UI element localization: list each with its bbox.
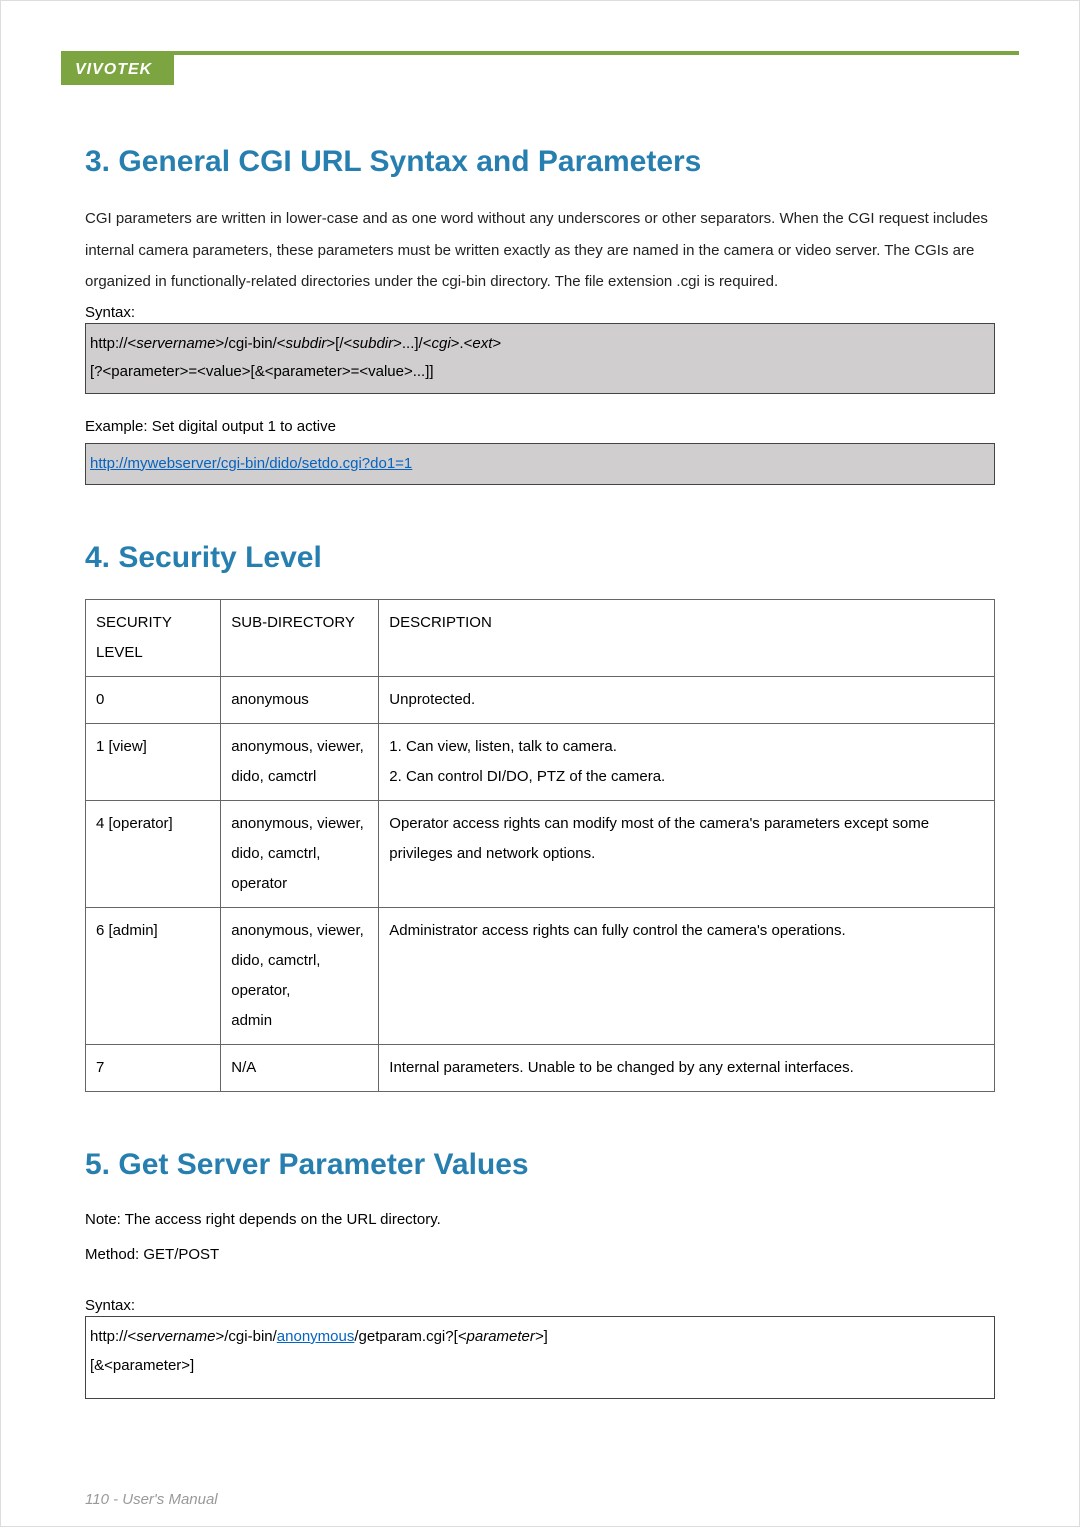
syntax-code-box-2: http://<servername>/cgi-bin/anonymous/ge… bbox=[85, 1316, 995, 1399]
code-line-1: http://<servername>/cgi-bin/<subdir>[/<s… bbox=[90, 330, 988, 359]
code-frag: > bbox=[492, 335, 501, 352]
cell-desc: 1. Can view, listen, talk to camera. 2. … bbox=[379, 724, 995, 801]
syntax-code-box-1: http://<servername>/cgi-bin/<subdir>[/<s… bbox=[85, 323, 995, 394]
cell-subdir: anonymous, viewer, dido, camctrl bbox=[221, 724, 379, 801]
code-frag: ] bbox=[544, 1328, 548, 1345]
th-sub-directory: SUB-DIRECTORY bbox=[221, 600, 379, 677]
method-line: Method: GET/POST bbox=[85, 1241, 995, 1270]
cell-subdir: anonymous, viewer, dido, camctrl, operat… bbox=[221, 801, 379, 908]
code-frag: >...]/< bbox=[393, 335, 431, 352]
table-row: 7 N/A Internal parameters. Unable to be … bbox=[86, 1045, 995, 1092]
code-line-2: [?<parameter>=<value>[&<parameter>=<valu… bbox=[90, 358, 988, 387]
cell-desc: Internal parameters. Unable to be change… bbox=[379, 1045, 995, 1092]
table-header-row: SECURITY LEVEL SUB-DIRECTORY DESCRIPTION bbox=[86, 600, 995, 677]
code-frag-em: ext bbox=[472, 335, 492, 352]
section-3-heading: 3. General CGI URL Syntax and Parameters bbox=[85, 145, 995, 179]
th-security-level: SECURITY LEVEL bbox=[86, 600, 221, 677]
cell-level: 1 [view] bbox=[86, 724, 221, 801]
cell-level: 7 bbox=[86, 1045, 221, 1092]
code-frag: >.< bbox=[451, 335, 473, 352]
content-area: 3. General CGI URL Syntax and Parameters… bbox=[1, 85, 1079, 1399]
cell-subdir: anonymous bbox=[221, 677, 379, 724]
th-description: DESCRIPTION bbox=[379, 600, 995, 677]
code-frag: >/cgi-bin/< bbox=[216, 335, 286, 352]
page: VIVOTEK 3. General CGI URL Syntax and Pa… bbox=[0, 0, 1080, 1527]
cell-desc: Operator access rights can modify most o… bbox=[379, 801, 995, 908]
code-line-1: http://<servername>/cgi-bin/anonymous/ge… bbox=[90, 1323, 988, 1352]
cell-subdir: anonymous, viewer, dido, camctrl, operat… bbox=[221, 908, 379, 1045]
code-frag: http://< bbox=[90, 1328, 136, 1345]
anonymous-link[interactable]: anonymous bbox=[277, 1328, 355, 1345]
code-frag-em: servername bbox=[136, 335, 215, 352]
header-rule bbox=[61, 51, 1019, 55]
cell-desc: Unprotected. bbox=[379, 677, 995, 724]
example-link[interactable]: http://mywebserver/cgi-bin/dido/setdo.cg… bbox=[90, 455, 412, 472]
page-footer: 110 - User's Manual bbox=[85, 1491, 218, 1508]
code-frag-em: <parameter> bbox=[458, 1328, 544, 1345]
code-frag: >[/< bbox=[326, 335, 352, 352]
cell-level: 6 [admin] bbox=[86, 908, 221, 1045]
table-row: 6 [admin] anonymous, viewer, dido, camct… bbox=[86, 908, 995, 1045]
example-code-box: http://mywebserver/cgi-bin/dido/setdo.cg… bbox=[85, 443, 995, 486]
cell-level: 0 bbox=[86, 677, 221, 724]
section-5-heading: 5. Get Server Parameter Values bbox=[85, 1148, 995, 1182]
code-line-2: [&<parameter>] bbox=[90, 1352, 988, 1381]
code-frag-em: subdir bbox=[352, 335, 393, 352]
table-row: 4 [operator] anonymous, viewer, dido, ca… bbox=[86, 801, 995, 908]
section-4-heading: 4. Security Level bbox=[85, 541, 995, 575]
cell-level: 4 [operator] bbox=[86, 801, 221, 908]
code-frag: http://< bbox=[90, 335, 136, 352]
section-3-paragraph: CGI parameters are written in lower-case… bbox=[85, 203, 995, 298]
syntax-label-1: Syntax: bbox=[85, 304, 995, 321]
example-label: Example: Set digital output 1 to active bbox=[85, 418, 995, 435]
cell-desc: Administrator access rights can fully co… bbox=[379, 908, 995, 1045]
table-row: 1 [view] anonymous, viewer, dido, camctr… bbox=[86, 724, 995, 801]
table-row: 0 anonymous Unprotected. bbox=[86, 677, 995, 724]
code-frag-em: servername bbox=[136, 1328, 215, 1345]
code-frag: /getparam.cgi?[ bbox=[354, 1328, 457, 1345]
note-line: Note: The access right depends on the UR… bbox=[85, 1206, 995, 1235]
cell-subdir: N/A bbox=[221, 1045, 379, 1092]
security-level-table: SECURITY LEVEL SUB-DIRECTORY DESCRIPTION… bbox=[85, 599, 995, 1092]
brand-label: VIVOTEK bbox=[61, 55, 174, 85]
code-frag-em: cgi bbox=[431, 335, 450, 352]
code-frag: >/cgi-bin/ bbox=[216, 1328, 277, 1345]
code-frag-em: subdir bbox=[286, 335, 327, 352]
syntax-label-2: Syntax: bbox=[85, 1297, 995, 1314]
